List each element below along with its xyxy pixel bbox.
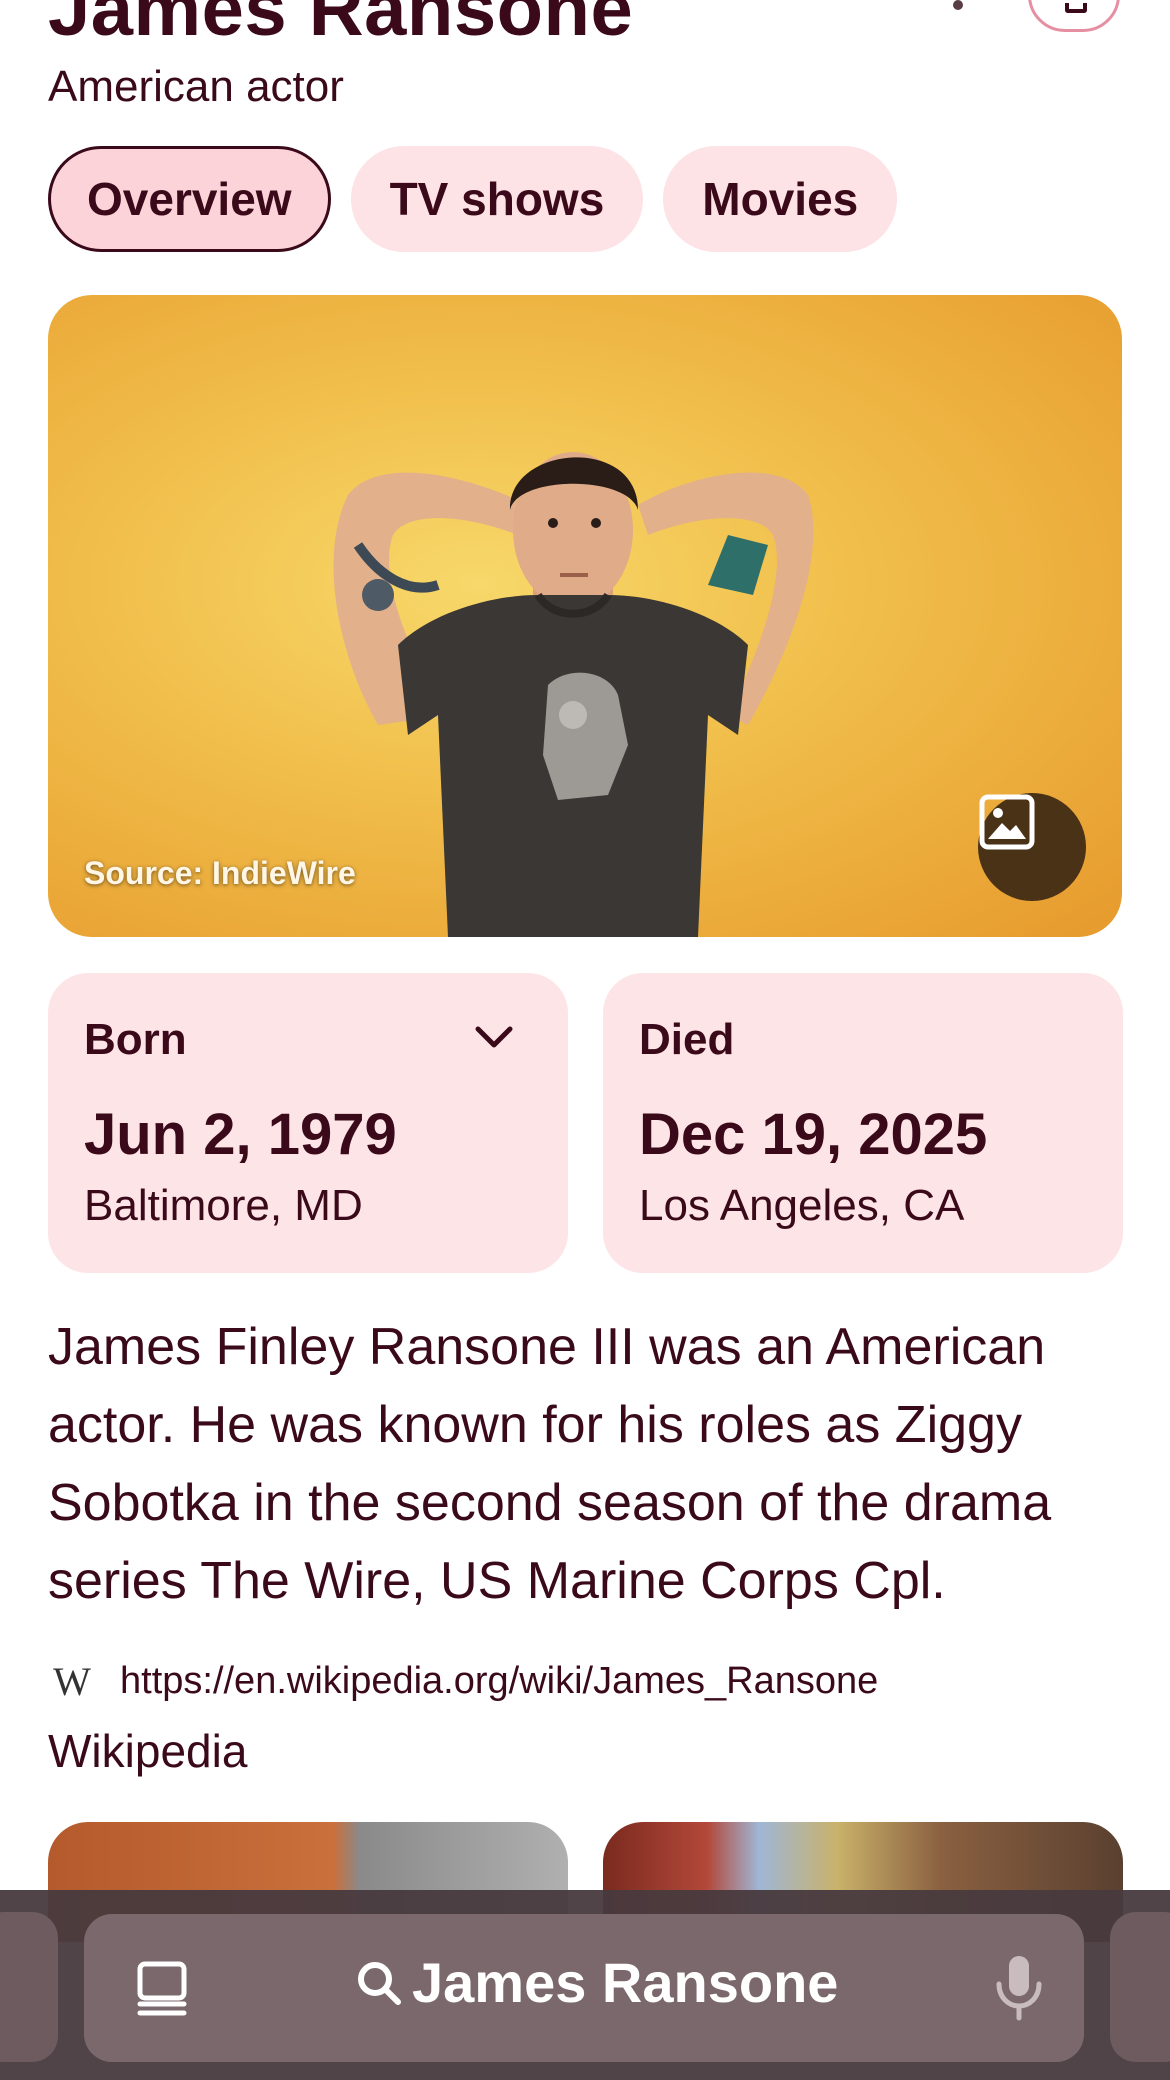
- died-place: Los Angeles, CA: [639, 1181, 965, 1230]
- image-source[interactable]: Source: IndieWire: [84, 855, 356, 892]
- died-label: Died: [639, 1015, 735, 1064]
- tabs-icon[interactable]: [132, 1958, 192, 2018]
- mic-icon[interactable]: [994, 1954, 1044, 2022]
- wikipedia-logo-icon: W: [53, 1659, 91, 1704]
- person-photo: [333, 452, 814, 937]
- search-icon: [358, 1961, 401, 2005]
- source-name[interactable]: Wikipedia: [48, 1724, 247, 1778]
- image-icon: [979, 794, 1035, 850]
- entity-tabs: Overview TV shows Movies: [48, 146, 898, 252]
- search-query-text: James Ransone: [412, 1951, 839, 2014]
- entity-description: James Finley Ransone III was an American…: [48, 1318, 1052, 1610]
- hero-image[interactable]: Source: IndieWire: [48, 295, 1122, 937]
- tab-overview[interactable]: Overview: [48, 146, 331, 252]
- chevron-down-icon[interactable]: [472, 1021, 516, 1051]
- tab-tv-shows[interactable]: TV shows: [350, 146, 644, 252]
- page-title: James Ransone: [48, 0, 634, 52]
- next-tab-preview[interactable]: [1110, 1912, 1170, 2062]
- tab-movies[interactable]: Movies: [663, 146, 898, 252]
- born-card[interactable]: Born Jun 2, 1979 Baltimore, MD: [48, 973, 568, 1273]
- died-card[interactable]: Died Dec 19, 2025 Los Angeles, CA: [603, 973, 1123, 1273]
- source-link-row[interactable]: W https://en.wikipedia.org/wiki/James_Ra…: [48, 1659, 878, 1704]
- image-gallery-button[interactable]: [978, 793, 1086, 901]
- search-query[interactable]: James Ransone: [354, 1950, 838, 2015]
- born-place: Baltimore, MD: [84, 1181, 363, 1230]
- more-options-icon[interactable]: [953, 0, 963, 10]
- search-pill[interactable]: James Ransone: [84, 1914, 1084, 2062]
- previous-tab-preview[interactable]: [0, 1912, 58, 2062]
- died-date: Dec 19, 2025: [639, 1102, 988, 1167]
- share-button[interactable]: [1028, 0, 1120, 32]
- entity-subtitle: American actor: [48, 62, 344, 111]
- source-url[interactable]: https://en.wikipedia.org/wiki/James_Rans…: [120, 1660, 878, 1703]
- share-icon: [1065, 3, 1087, 13]
- born-label: Born: [84, 1015, 187, 1064]
- born-date: Jun 2, 1979: [84, 1102, 397, 1167]
